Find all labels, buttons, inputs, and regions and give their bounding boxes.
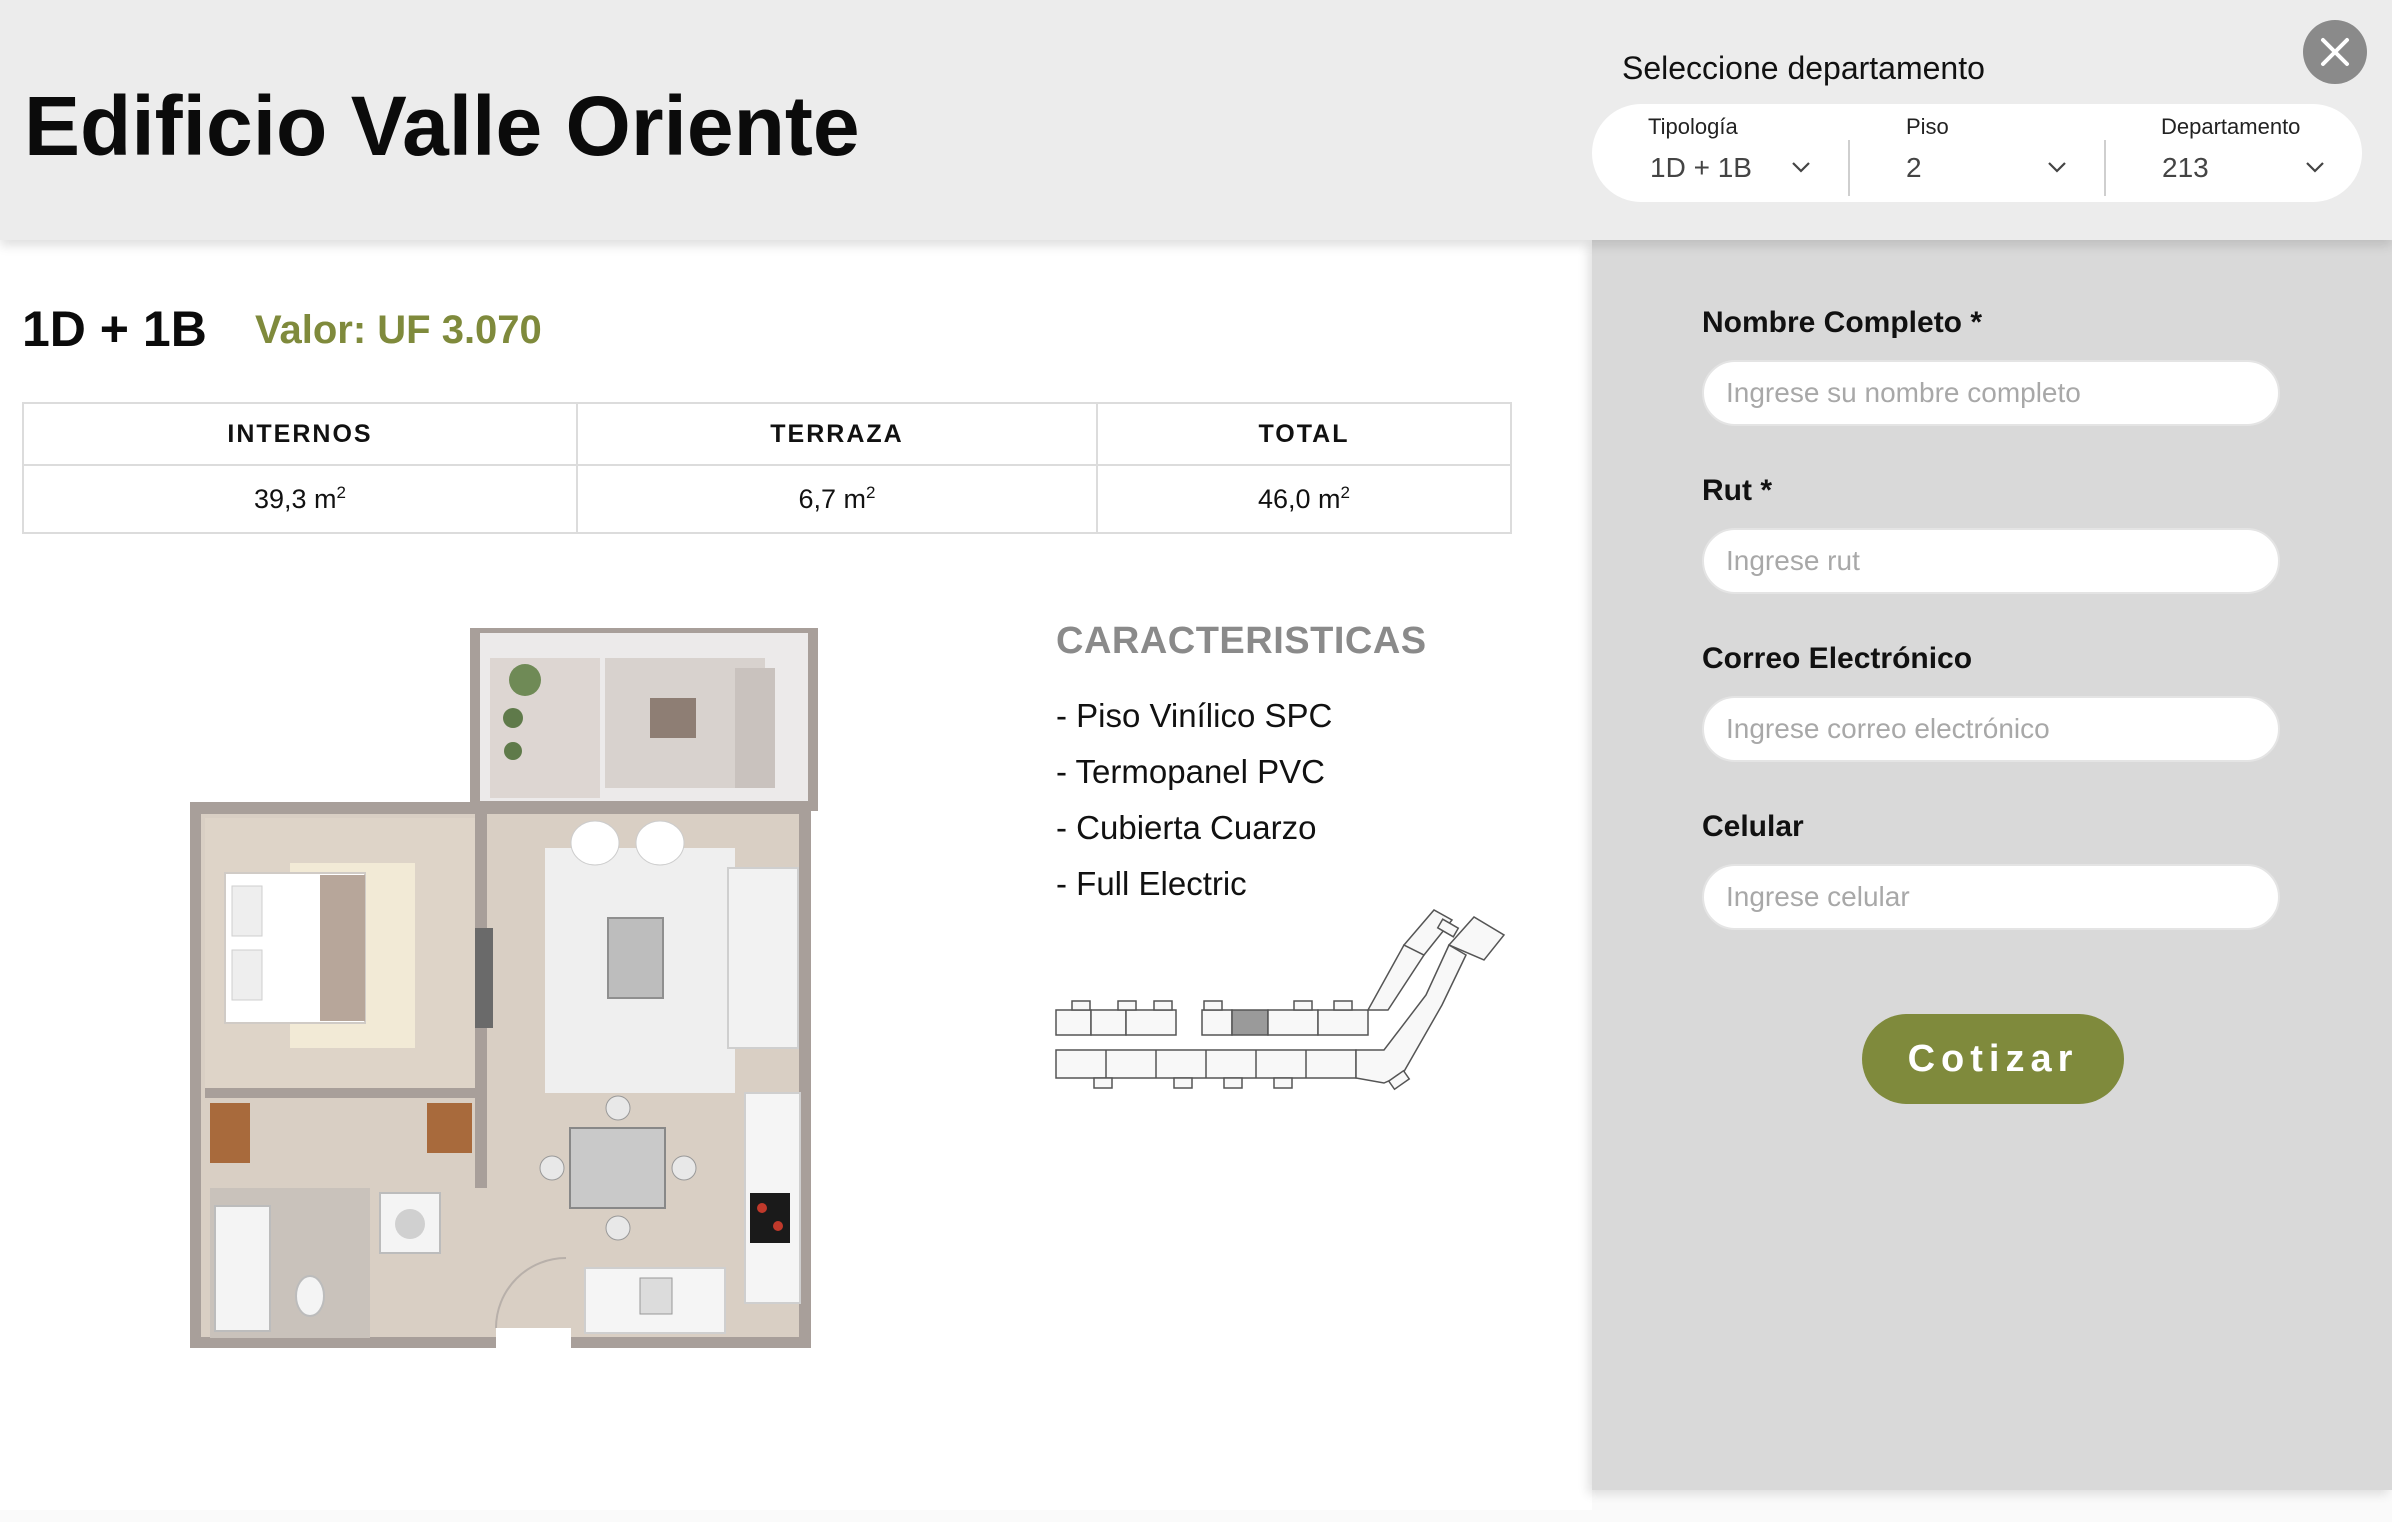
select-piso-value: 2	[1906, 152, 1922, 183]
building-key-plan-image	[1055, 909, 1506, 1091]
rut-field[interactable]	[1702, 528, 2280, 594]
select-tipologia-label: Tipología	[1648, 114, 1738, 139]
chevron-down-icon	[2306, 162, 2324, 173]
selector-label: Seleccione departamento	[1622, 50, 1985, 86]
unit-type: 1D + 1B	[22, 301, 207, 357]
select-piso-label: Piso	[1906, 114, 1949, 139]
page-title: Edificio Valle Oriente	[24, 79, 860, 173]
area-header: TERRAZA	[576, 402, 1098, 466]
email-field[interactable]	[1702, 696, 2280, 762]
select-tipologia[interactable]: Tipología 1D + 1B	[1592, 104, 1848, 202]
area-table: INTERNOS TERRAZA TOTAL 39,3 m2 6,7 m2 46…	[22, 402, 1512, 534]
unit-details: 1D + 1B Valor: UF 3.070 INTERNOS TERRAZA…	[0, 240, 1592, 1510]
close-button[interactable]	[2303, 20, 2367, 84]
area-terraza-value: 6,7 m	[798, 484, 867, 514]
phone-field[interactable]	[1702, 864, 2280, 930]
rut-field-label: Rut *	[1702, 474, 1772, 507]
quote-form-panel: Nombre Completo * Rut * Correo Electróni…	[1592, 240, 2392, 1490]
unit-selector: Tipología 1D + 1B Piso 2 Departamento 21…	[1592, 104, 2362, 202]
phone-field-label: Celular	[1702, 810, 1804, 843]
feature-item: - Full Electric	[1056, 865, 1247, 902]
name-field-label: Nombre Completo *	[1702, 306, 1983, 339]
chevron-down-icon	[1792, 162, 1810, 173]
cotizar-button[interactable]: Cotizar	[1862, 1014, 2124, 1104]
select-departamento-value: 213	[2162, 152, 2209, 183]
chevron-down-icon	[2048, 162, 2066, 173]
features-list: - Piso Vinílico SPC - Termopanel PVC - C…	[1056, 688, 1332, 912]
feature-item: - Piso Vinílico SPC	[1056, 697, 1333, 734]
area-cell: 46,0 m2	[1096, 464, 1512, 534]
unit-price: Valor: UF 3.070	[255, 308, 542, 352]
close-icon	[2321, 38, 2349, 66]
area-header: TOTAL	[1096, 402, 1512, 466]
header: Edificio Valle Oriente Seleccione depart…	[0, 0, 2392, 240]
name-field[interactable]	[1702, 360, 2280, 426]
area-unit-exponent: 2	[866, 483, 876, 502]
select-tipologia-value: 1D + 1B	[1650, 152, 1752, 183]
select-piso[interactable]: Piso 2	[1850, 104, 2104, 202]
area-total-value: 46,0 m	[1257, 484, 1341, 514]
area-cell: 39,3 m2	[22, 464, 578, 534]
feature-item: - Cubierta Cuarzo	[1056, 809, 1317, 846]
email-field-label: Correo Electrónico	[1702, 642, 1973, 675]
select-departamento-label: Departamento	[2161, 114, 2301, 139]
area-unit-exponent: 2	[1340, 483, 1350, 502]
select-departamento[interactable]: Departamento 213	[2106, 104, 2362, 202]
features-title: CARACTERISTICAS	[1056, 620, 1427, 662]
floor-plan-image	[190, 628, 818, 1348]
area-cell: 6,7 m2	[576, 464, 1098, 534]
area-internos-value: 39,3 m	[253, 484, 337, 514]
feature-item: - Termopanel PVC	[1056, 753, 1326, 790]
area-unit-exponent: 2	[336, 483, 346, 502]
area-header: INTERNOS	[22, 402, 578, 466]
